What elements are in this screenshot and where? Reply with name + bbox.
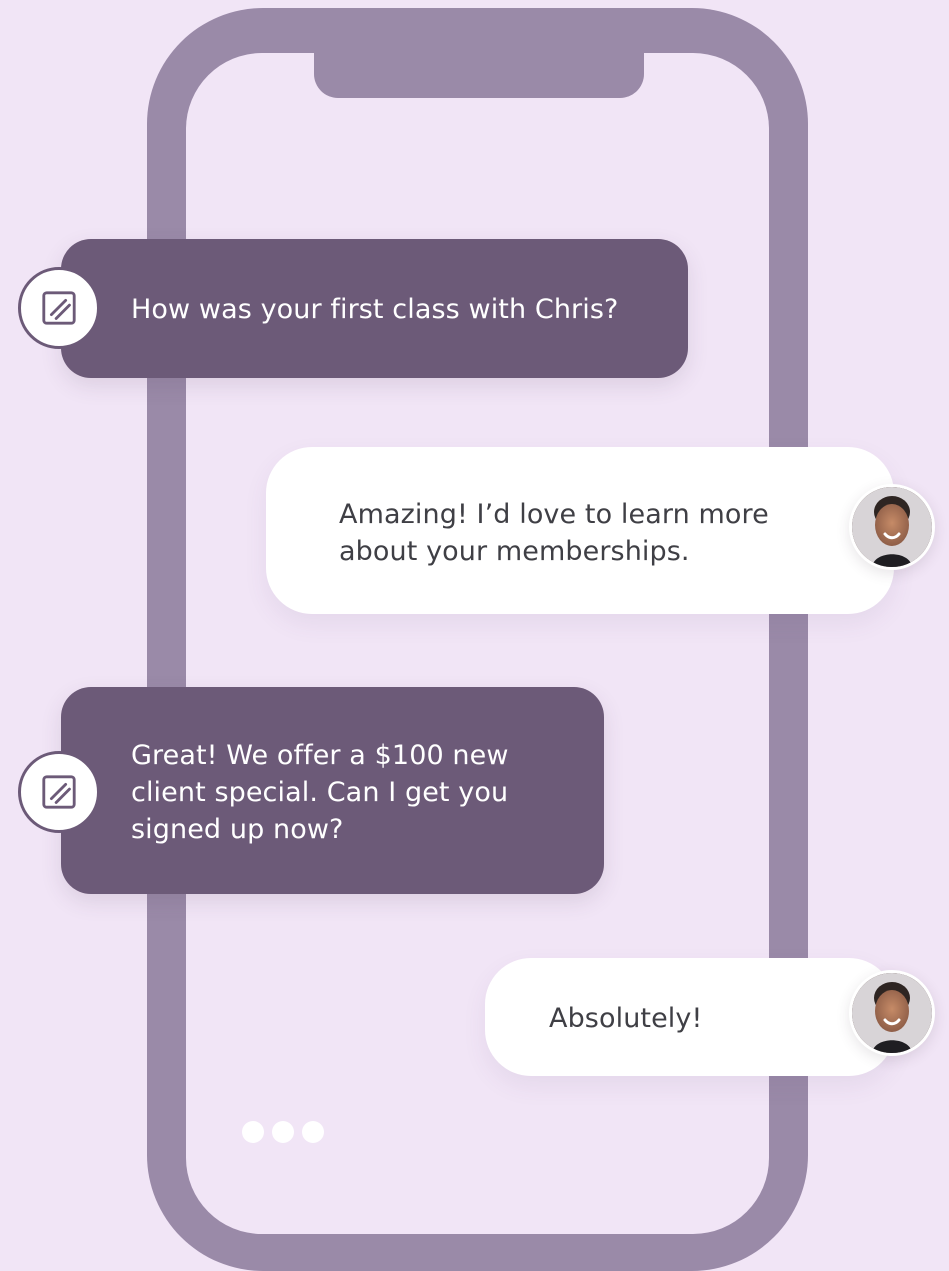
brand-avatar	[18, 751, 100, 833]
typing-dot	[242, 1121, 264, 1143]
phone-notch	[314, 53, 644, 98]
client-avatar	[849, 484, 935, 570]
message-bubble-client-2: Absolutely!	[485, 958, 895, 1076]
message-text: Great! We offer a $100 new client specia…	[131, 740, 509, 845]
message-bubble-client-1: Amazing! I’d love to learn more about yo…	[266, 447, 894, 614]
message-text: Amazing! I’d love to learn more about yo…	[339, 499, 769, 567]
message-bubble-brand-1: How was your first class with Chris?	[61, 239, 688, 378]
message-text: How was your first class with Chris?	[131, 294, 619, 325]
brand-avatar	[18, 267, 100, 349]
avatar-person-icon	[852, 973, 932, 1053]
brand-logo-icon	[42, 291, 76, 325]
message-text: Absolutely!	[549, 1003, 703, 1034]
brand-logo-icon	[42, 775, 76, 809]
message-bubble-brand-2: Great! We offer a $100 new client specia…	[61, 687, 604, 894]
client-avatar	[849, 970, 935, 1056]
typing-dot	[272, 1121, 294, 1143]
typing-dot	[302, 1121, 324, 1143]
typing-indicator	[242, 1121, 324, 1143]
avatar-person-icon	[852, 487, 932, 567]
